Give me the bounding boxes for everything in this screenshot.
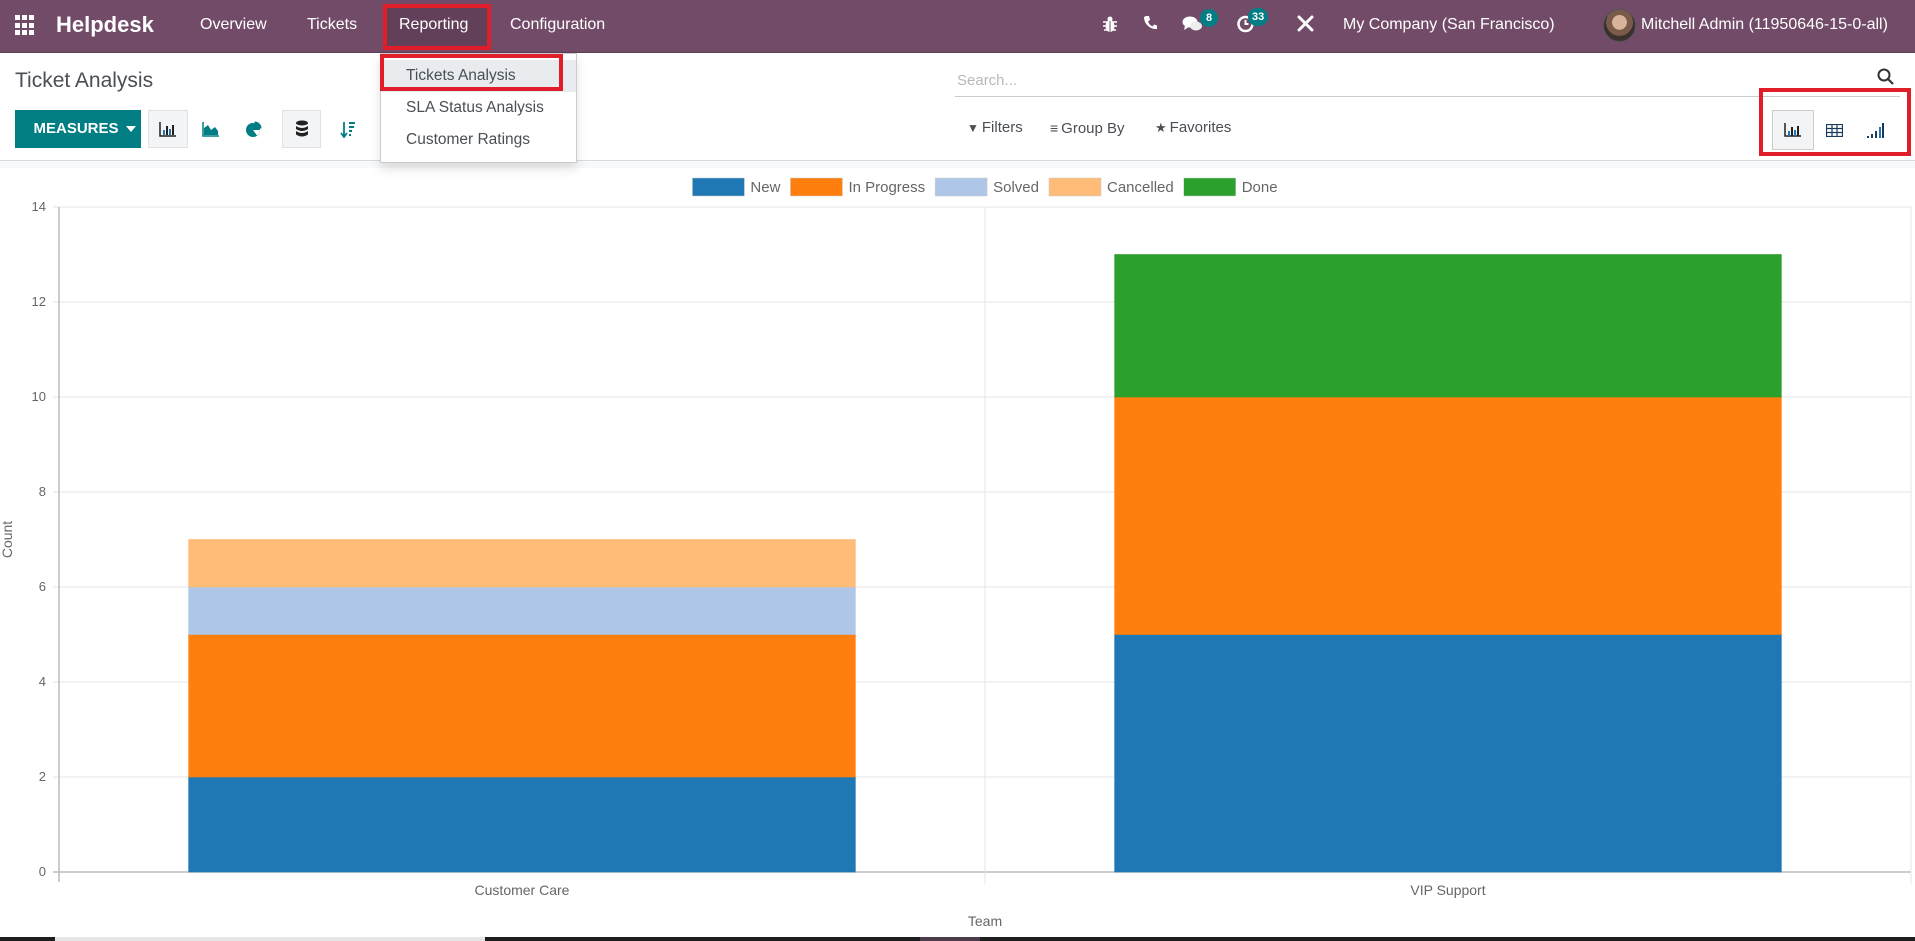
content-separator [0, 161, 1915, 168]
sort-descending-icon [340, 121, 355, 138]
bar-segment-in-progress [188, 634, 856, 778]
y-tick-label: 6 [39, 579, 46, 594]
bar-segment-solved [188, 586, 856, 635]
legend-label: In Progress [848, 179, 925, 196]
reporting-dropdown-menu: Tickets Analysis SLA Status Analysis Cus… [380, 53, 577, 163]
page-title: Ticket Analysis [15, 69, 154, 92]
y-tick-label: 10 [32, 389, 46, 404]
bar-segment-in-progress [1114, 396, 1782, 635]
activity-count-badge: 33 [1248, 8, 1269, 26]
sort-button[interactable] [328, 110, 368, 148]
list-icon: ≡ [1050, 120, 1059, 136]
y-tick-label: 2 [39, 769, 46, 784]
bottom-taskbar-strip [0, 937, 1915, 941]
measures-button[interactable]: MEASURES [15, 110, 141, 148]
x-tick-label: Customer Care [475, 882, 570, 898]
measures-label: MEASURES [33, 120, 119, 137]
stacked-bar-chart: 0 2 4 6 8 10 12 14 Customer Care VIP Support Team C… [0, 177, 1912, 929]
bar-segment-done [1114, 254, 1782, 398]
dropdown-item-tickets-analysis[interactable]: Tickets Analysis [381, 60, 576, 92]
bar-chart-icon [1784, 123, 1801, 137]
y-tick-label: 14 [32, 199, 46, 214]
user-avatar[interactable] [1603, 9, 1636, 42]
dropdown-item-customer-ratings[interactable]: Customer Ratings [381, 124, 576, 156]
search-icon[interactable] [1877, 68, 1894, 90]
dropdown-item-sla-status-analysis[interactable]: SLA Status Analysis [381, 92, 576, 124]
x-tick-label: VIP Support [1410, 882, 1485, 898]
user-menu[interactable]: Mitchell Admin (11950646-15-0-all) [1641, 15, 1888, 35]
app-brand[interactable]: Helpdesk [56, 12, 154, 38]
y-tick-label: 0 [39, 864, 46, 879]
legend-swatch-in-progress [790, 177, 843, 197]
y-axis-title: Count [0, 521, 15, 558]
caret-down-icon [125, 126, 136, 133]
bar-segment-new [188, 776, 856, 873]
y-tick-label: 8 [39, 484, 46, 499]
groupby-button[interactable]: ≡ Group By [1050, 118, 1125, 139]
area-chart-icon [202, 122, 219, 137]
chat-count-badge: 8 [1200, 9, 1218, 27]
search-input[interactable] [955, 64, 1900, 97]
x-axis-title: Team [968, 913, 1002, 929]
menu-reporting[interactable]: Reporting [399, 15, 468, 35]
groupby-label: Group By [1061, 120, 1125, 137]
filters-button[interactable]: ▼ Filters [967, 118, 1023, 138]
cohort-view-button[interactable] [1854, 110, 1896, 150]
legend-label: Solved [993, 179, 1039, 196]
legend-label: Cancelled [1107, 179, 1174, 196]
favorites-button[interactable]: ★ Favorites [1155, 118, 1231, 138]
pie-chart-icon [245, 121, 261, 137]
y-tick-label: 4 [39, 674, 46, 689]
line-chart-button[interactable] [191, 110, 231, 148]
bar-segment-new [1114, 634, 1782, 873]
y-tick-label: 12 [32, 294, 46, 309]
apps-grid-icon[interactable] [15, 15, 36, 36]
bar-chart-icon [159, 122, 176, 137]
bug-icon[interactable] [1102, 15, 1118, 38]
legend-label: Done [1242, 179, 1278, 196]
tools-icon[interactable] [1297, 15, 1314, 37]
bar-segment-cancelled [188, 539, 856, 588]
database-stack-icon [295, 120, 308, 137]
legend-label: New [750, 179, 780, 196]
stacked-toggle-button[interactable] [282, 110, 321, 148]
phone-icon[interactable] [1143, 15, 1158, 36]
pie-chart-button[interactable] [233, 110, 273, 148]
graph-view-button[interactable] [1772, 110, 1814, 150]
funnel-icon: ▼ [967, 121, 979, 135]
signal-bars-icon [1866, 122, 1884, 138]
menu-tickets[interactable]: Tickets [307, 15, 357, 35]
filters-label: Filters [981, 119, 1023, 136]
top-navbar: Helpdesk Overview Tickets Reporting Conf… [0, 0, 1915, 53]
company-switcher[interactable]: My Company (San Francisco) [1343, 15, 1555, 35]
favorites-label: Favorites [1169, 119, 1232, 136]
legend-swatch-done [1183, 177, 1236, 197]
legend-swatch-solved [934, 177, 988, 197]
legend-swatch-cancelled [1048, 177, 1102, 197]
menu-configuration[interactable]: Configuration [510, 15, 605, 35]
star-icon: ★ [1155, 120, 1167, 135]
bar-chart-button[interactable] [148, 110, 188, 148]
pivot-view-button[interactable] [1813, 110, 1855, 150]
menu-overview[interactable]: Overview [200, 15, 267, 35]
table-grid-icon [1825, 123, 1843, 137]
legend-swatch-new [692, 177, 745, 197]
control-panel: Ticket Analysis MEASURES ▼Filters ≡Group… [0, 54, 1915, 161]
